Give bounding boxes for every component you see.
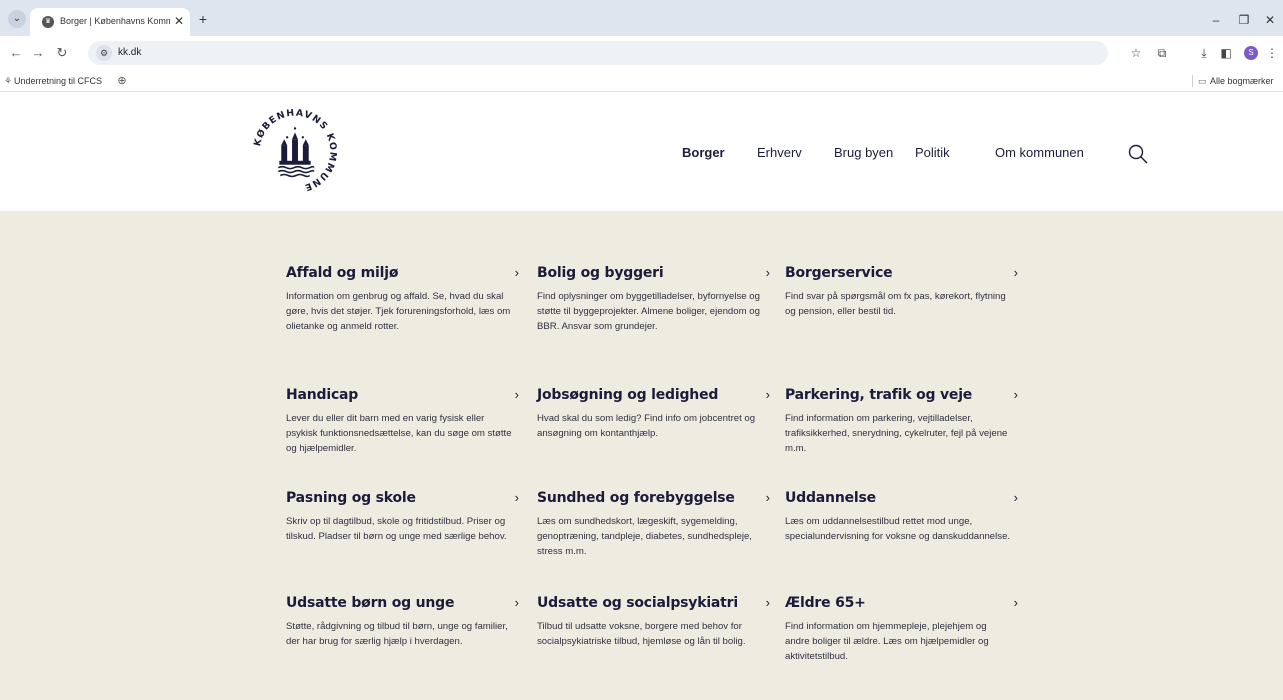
topic-card-sundhed[interactable]: Sundhed og forebyggelse › Læs om sundhed… bbox=[537, 488, 772, 560]
topic-card-handicap[interactable]: Handicap › Lever du eller dit barn med e… bbox=[286, 385, 521, 457]
chevron-right-icon: › bbox=[765, 490, 770, 505]
main-navigation: Borger Erhverv Brug byen Politik Om komm… bbox=[0, 144, 1283, 164]
tab-title: Borger | Københavns Kommune bbox=[60, 16, 170, 26]
topic-title[interactable]: Jobsøgning og ledighed bbox=[537, 385, 772, 405]
nav-om-kommunen[interactable]: Om kommunen bbox=[995, 144, 1084, 162]
back-icon[interactable]: ← bbox=[8, 45, 24, 61]
more-menu-icon[interactable]: ⋮ bbox=[1264, 45, 1280, 61]
topic-description: Find information om parkering, vejtillad… bbox=[785, 413, 1008, 455]
chevron-right-icon: › bbox=[514, 265, 519, 280]
all-bookmarks-label: Alle bogmærker bbox=[1210, 76, 1274, 86]
topic-card-borgerservice[interactable]: Borgerservice › Find svar på spørgsmål o… bbox=[785, 263, 1020, 319]
topic-card-udsatte-boern[interactable]: Udsatte børn og unge › Støtte, rådgivnin… bbox=[286, 593, 521, 649]
site-favicon-icon: ♛ bbox=[42, 16, 54, 28]
topic-description: Information om genbrug og affald. Se, hv… bbox=[286, 291, 511, 333]
url-text[interactable]: kk.dk bbox=[118, 47, 141, 58]
topic-card-parkering[interactable]: Parkering, trafik og veje › Find informa… bbox=[785, 385, 1020, 457]
topic-description: Find oplysninger om byggetilladelser, by… bbox=[537, 291, 760, 333]
topic-title[interactable]: Parkering, trafik og veje bbox=[785, 385, 1020, 405]
window-close-icon[interactable]: ✕ bbox=[1260, 12, 1280, 28]
topic-description: Læs om uddannelsestilbud rettet mod unge… bbox=[785, 516, 1011, 543]
topic-description: Find svar på spørgsmål om fx pas, køreko… bbox=[785, 291, 1006, 318]
topic-description: Lever du eller dit barn med en varig fys… bbox=[286, 413, 512, 455]
topic-title[interactable]: Pasning og skole bbox=[286, 488, 521, 508]
site-header: KØBENHAVNS KOMMUNE Borger Erhverv Brug b… bbox=[0, 92, 1283, 211]
topic-description: Hvad skal du som ledig? Find info om job… bbox=[537, 413, 756, 440]
topic-card-affald[interactable]: Affald og miljø › Information om genbrug… bbox=[286, 263, 521, 335]
globe-icon[interactable]: ⊕ bbox=[115, 74, 129, 88]
topic-description: Læs om sundhedskort, lægeskift, sygemeld… bbox=[537, 516, 752, 558]
tab-search-icon[interactable]: ⌄ bbox=[8, 10, 26, 28]
tab-close-icon[interactable]: ✕ bbox=[172, 13, 186, 29]
topic-description: Støtte, rådgivning og tilbud til børn, u… bbox=[286, 621, 508, 648]
topic-description: Find information om hjemmepleje, plejehj… bbox=[785, 621, 989, 663]
bookmark-label: Underretning til CFCS bbox=[14, 76, 103, 86]
bookmark-favicon-icon: ⚘ bbox=[4, 76, 13, 86]
chevron-right-icon: › bbox=[1013, 265, 1018, 280]
topic-title[interactable]: Sundhed og forebyggelse bbox=[537, 488, 772, 508]
all-bookmarks-button[interactable]: ▭ Alle bogmærker bbox=[1198, 74, 1274, 88]
minimize-icon[interactable]: – bbox=[1206, 12, 1226, 28]
nav-borger[interactable]: Borger bbox=[682, 144, 725, 162]
nav-erhverv[interactable]: Erhverv bbox=[757, 144, 802, 162]
bookmark-star-icon[interactable]: ☆ bbox=[1128, 45, 1144, 61]
extensions-icon[interactable]: ⧉ bbox=[1154, 45, 1170, 61]
browser-tab[interactable]: ♛ Borger | Københavns Kommune ✕ bbox=[30, 8, 190, 36]
bookmarks-divider bbox=[1192, 75, 1193, 87]
bookmarks-bar: ⚘ Underretning til CFCS ⊕ ▭ Alle bogmærke… bbox=[0, 70, 1283, 92]
chevron-right-icon: › bbox=[1013, 387, 1018, 402]
new-tab-icon[interactable]: + bbox=[196, 12, 210, 26]
topic-title[interactable]: Affald og miljø bbox=[286, 263, 521, 283]
topic-card-aeldre[interactable]: Ældre 65+ › Find information om hjemmepl… bbox=[785, 593, 1020, 665]
address-bar[interactable]: ⚙ kk.dk bbox=[88, 41, 1108, 65]
topic-card-bolig[interactable]: Bolig og byggeri › Find oplysninger om b… bbox=[537, 263, 772, 335]
nav-politik[interactable]: Politik bbox=[915, 144, 950, 162]
topic-title[interactable]: Ældre 65+ bbox=[785, 593, 1020, 613]
search-icon[interactable] bbox=[1126, 142, 1150, 166]
topic-title[interactable]: Udsatte og socialpsykiatri bbox=[537, 593, 772, 613]
topic-card-uddannelse[interactable]: Uddannelse › Læs om uddannelsestilbud re… bbox=[785, 488, 1020, 544]
download-icon[interactable]: ⤓ bbox=[1196, 45, 1212, 61]
chevron-right-icon: › bbox=[514, 490, 519, 505]
chevron-right-icon: › bbox=[514, 387, 519, 402]
topic-card-pasning[interactable]: Pasning og skole › Skriv op til dagtilbu… bbox=[286, 488, 521, 544]
chevron-right-icon: › bbox=[514, 595, 519, 610]
topic-title[interactable]: Uddannelse bbox=[785, 488, 1020, 508]
bookmark-item[interactable]: ⚘ Underretning til CFCS bbox=[4, 74, 102, 88]
side-panel-icon[interactable]: ◧ bbox=[1218, 45, 1234, 61]
topic-title[interactable]: Borgerservice bbox=[785, 263, 1020, 283]
chevron-right-icon: › bbox=[765, 595, 770, 610]
topic-description: Tilbud til udsatte voksne, borgere med b… bbox=[537, 621, 746, 648]
browser-toolbar: ← → ↻ ⚙ kk.dk ☆ ⧉ ⤓ ◧ S ⋮ bbox=[0, 36, 1283, 70]
browser-tabstrip: ⌄ ♛ Borger | Københavns Kommune ✕ + – ❐ … bbox=[0, 0, 1283, 36]
reload-icon[interactable]: ↻ bbox=[54, 45, 70, 61]
chevron-right-icon: › bbox=[1013, 490, 1018, 505]
topic-title[interactable]: Bolig og byggeri bbox=[537, 263, 772, 283]
topic-title[interactable]: Udsatte børn og unge bbox=[286, 593, 521, 613]
topic-card-socialpsykiatri[interactable]: Udsatte og socialpsykiatri › Tilbud til … bbox=[537, 593, 772, 649]
chevron-right-icon: › bbox=[765, 387, 770, 402]
topic-description: Skriv op til dagtilbud, skole og fritids… bbox=[286, 516, 507, 543]
chevron-right-icon: › bbox=[1013, 595, 1018, 610]
nav-brug-byen[interactable]: Brug byen bbox=[834, 144, 893, 162]
restore-icon[interactable]: ❐ bbox=[1234, 12, 1254, 28]
topic-grid: Affald og miljø › Information om genbrug… bbox=[0, 211, 1283, 700]
folder-icon: ▭ bbox=[1198, 76, 1207, 86]
topic-title[interactable]: Handicap bbox=[286, 385, 521, 405]
chevron-right-icon: › bbox=[765, 265, 770, 280]
topic-card-jobsoegning[interactable]: Jobsøgning og ledighed › Hvad skal du so… bbox=[537, 385, 772, 441]
forward-icon[interactable]: → bbox=[30, 45, 46, 61]
profile-avatar[interactable]: S bbox=[1244, 46, 1258, 60]
site-settings-icon[interactable]: ⚙ bbox=[96, 45, 112, 61]
